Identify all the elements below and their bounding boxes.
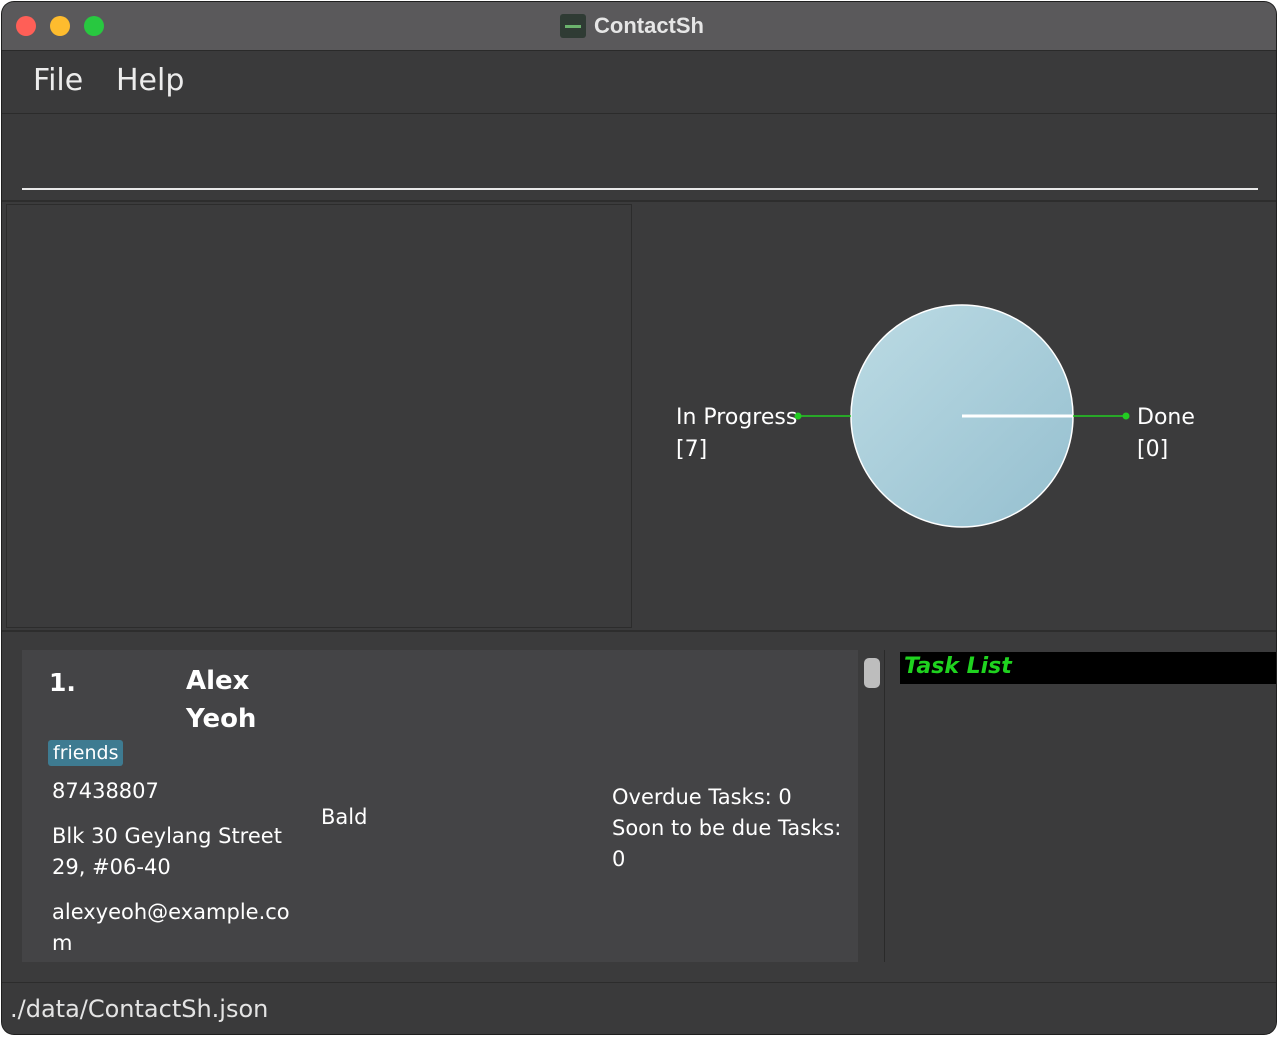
contact-email: alexyeoh@example.co m xyxy=(52,897,290,959)
task-chart-panel: In Progress [7] Done [0] xyxy=(632,202,1276,628)
contact-name: Alex Yeoh xyxy=(186,662,306,738)
task-list-title: Task List xyxy=(904,654,1012,679)
menu-help[interactable]: Help xyxy=(116,63,184,98)
contact-address-line2: 29, #06-40 xyxy=(52,855,171,879)
pie-label-in-progress: In Progress [7] xyxy=(676,405,797,462)
window-title: ContactSh xyxy=(594,13,704,38)
command-input[interactable] xyxy=(22,124,1262,190)
contact-email-line2: m xyxy=(52,931,73,955)
status-bar: ./data/ContactSh.json xyxy=(2,982,1276,1034)
app-window: ContactSh File Help In Progress [7] Done [0… xyxy=(2,2,1276,1034)
close-window-button[interactable] xyxy=(16,16,36,36)
leader-dot-done xyxy=(1122,412,1130,420)
contact-list[interactable]: 1. Alex Yeoh friends 87438807 Blk 30 Gey… xyxy=(22,650,858,962)
overdue-tasks: Overdue Tasks: 0 xyxy=(612,785,792,809)
command-box xyxy=(2,114,1276,200)
contact-address: Blk 30 Geylang Street 29, #06-40 xyxy=(52,821,282,883)
contact-remark: Bald xyxy=(321,805,368,829)
save-location: ./data/ContactSh.json xyxy=(10,995,269,1023)
menu-bar: File Help xyxy=(2,51,1276,114)
panel-separator xyxy=(884,650,885,962)
title-bar: ContactSh xyxy=(2,2,1276,51)
contact-name-line2: Yeoh xyxy=(186,704,257,734)
task-pie-chart: In Progress [7] Done [0] xyxy=(676,304,1195,528)
contact-card[interactable]: 1. Alex Yeoh friends 87438807 Blk 30 Gey… xyxy=(22,650,858,962)
result-display xyxy=(6,204,632,628)
pie-label-done: Done [0] xyxy=(1137,405,1195,462)
zoom-window-button[interactable] xyxy=(84,16,104,36)
minimize-window-button[interactable] xyxy=(50,16,70,36)
contact-index: 1. xyxy=(49,668,76,697)
app-icon xyxy=(560,14,586,38)
contact-phone: 87438807 xyxy=(52,779,159,803)
tag-friends: friends xyxy=(48,740,124,766)
task-list-header: Task List xyxy=(900,652,1276,684)
contact-name-line1: Alex xyxy=(186,666,250,696)
divider xyxy=(2,630,1276,632)
contact-email-line1: alexyeoh@example.co xyxy=(52,900,290,924)
soon-due-tasks: Soon to be due Tasks: 0 xyxy=(612,816,842,871)
contact-address-line1: Blk 30 Geylang Street xyxy=(52,824,282,848)
command-underline xyxy=(22,188,1258,190)
list-scrollbar[interactable] xyxy=(864,658,880,688)
menu-file[interactable]: File xyxy=(33,63,83,98)
